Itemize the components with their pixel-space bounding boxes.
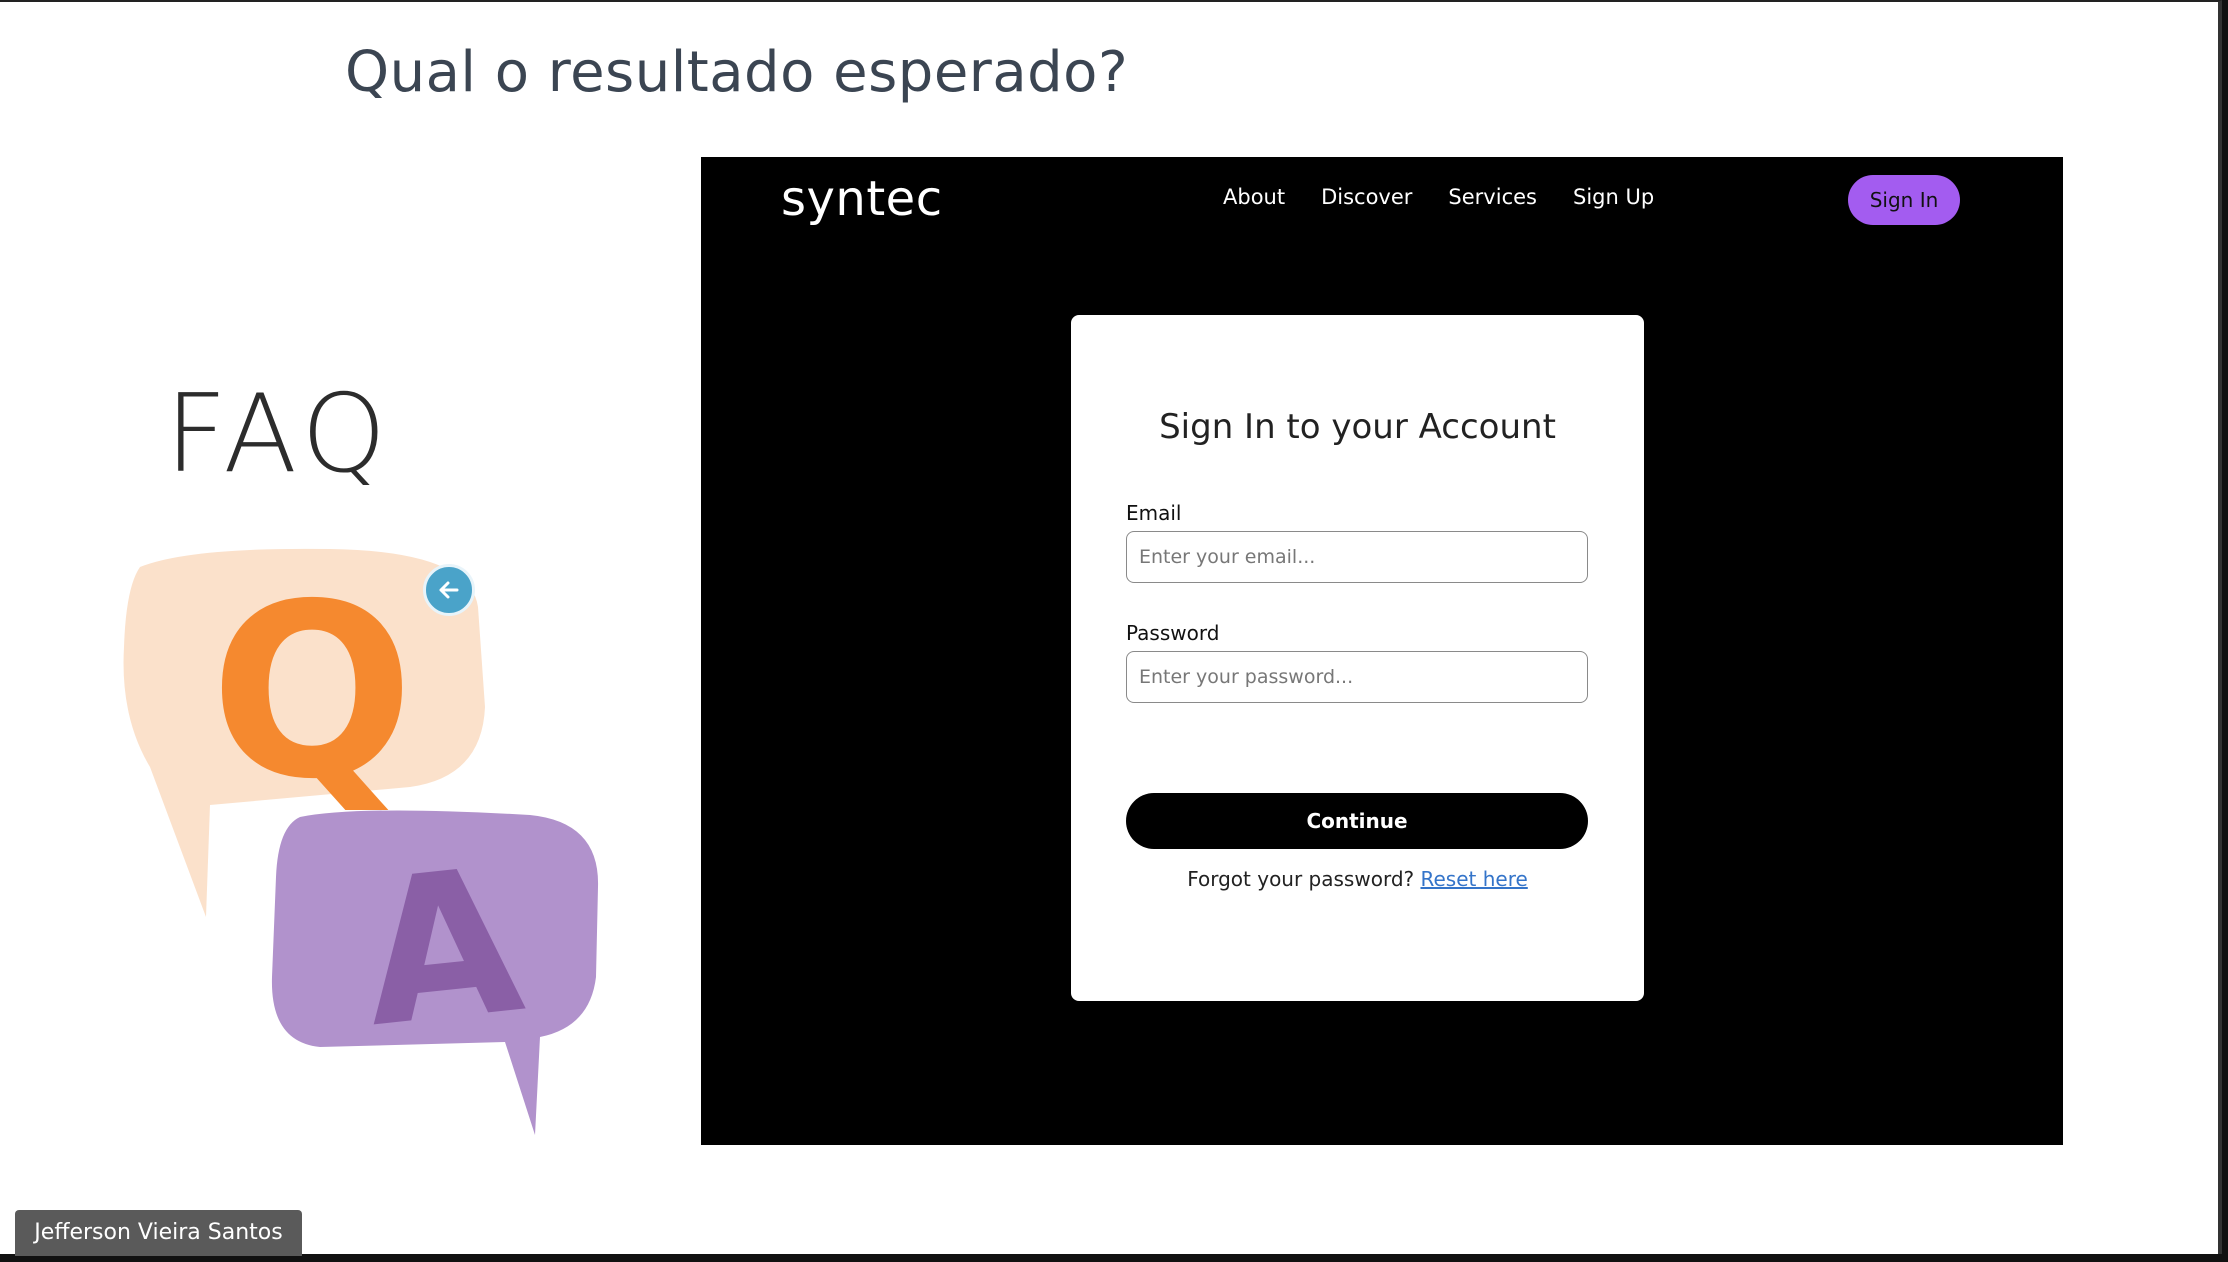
email-label: Email [1126, 501, 1182, 525]
qa-speech-bubbles-illustration: Q A [123, 548, 599, 1135]
forgot-password-text: Forgot your password? [1187, 867, 1421, 891]
sign-in-card-title: Sign In to your Account [1159, 407, 1556, 447]
nav-link-services[interactable]: Services [1448, 185, 1537, 209]
a-letter: A [353, 824, 531, 1072]
q-letter: Q [210, 552, 414, 832]
reset-password-link[interactable]: Reset here [1420, 867, 1527, 891]
sign-in-card: Sign In to your Account Email Password C… [1071, 315, 1644, 1001]
password-input[interactable] [1126, 651, 1588, 703]
site-logo[interactable]: syntec [781, 171, 943, 227]
nav-link-sign-up[interactable]: Sign Up [1573, 185, 1654, 209]
nav-link-about[interactable]: About [1223, 185, 1285, 209]
forgot-password-row: Forgot your password? Reset here [1071, 867, 1644, 891]
email-input[interactable] [1126, 531, 1588, 583]
slide-title: Qual o resultado esperado? [345, 40, 1129, 105]
nav-link-discover[interactable]: Discover [1321, 185, 1412, 209]
website-screenshot: syntec About Discover Services Sign Up S… [701, 157, 2063, 1145]
arrow-left-icon [439, 581, 459, 599]
back-arrow-button[interactable] [423, 564, 475, 616]
continue-button[interactable]: Continue [1126, 793, 1588, 849]
password-label: Password [1126, 621, 1220, 645]
faq-heading: FAQ [165, 372, 393, 497]
sign-in-button[interactable]: Sign In [1848, 175, 1960, 225]
participant-name-tag: Jefferson Vieira Santos [15, 1210, 302, 1256]
site-nav: About Discover Services Sign Up [1223, 185, 1654, 209]
presentation-slide: Qual o resultado esperado? FAQ Q A synte… [0, 0, 2222, 1254]
